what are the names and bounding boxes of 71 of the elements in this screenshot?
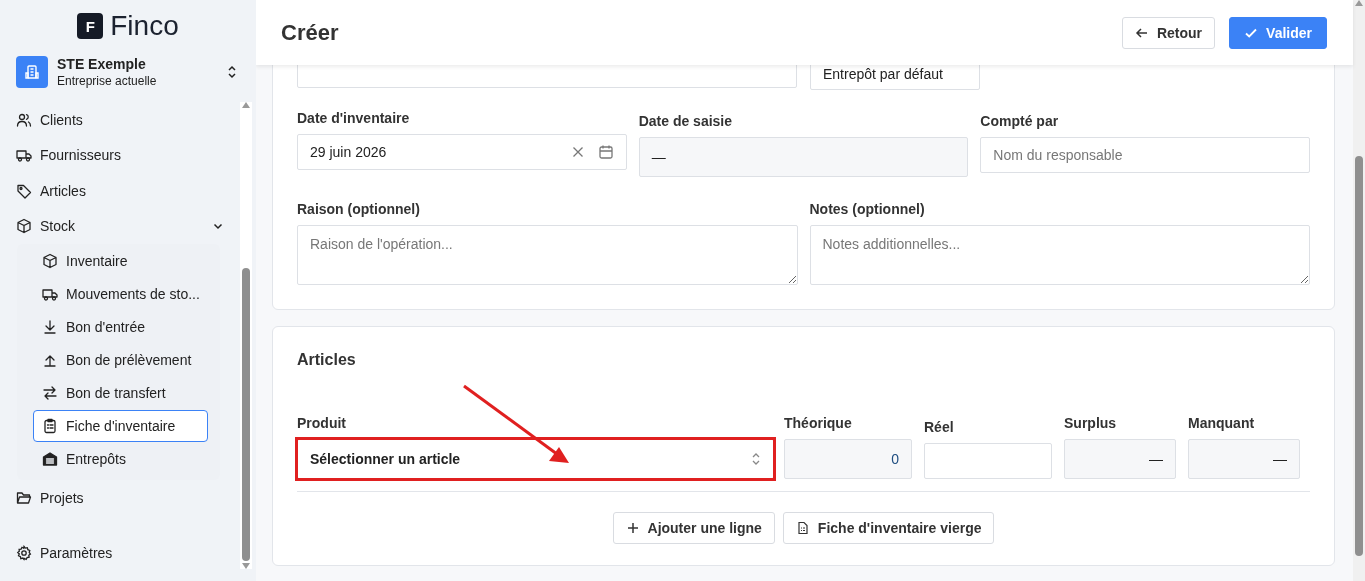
page-title: Créer: [281, 19, 339, 46]
product-select[interactable]: Sélectionner un article: [297, 439, 774, 479]
input-field[interactable]: [924, 443, 1052, 479]
column-label: Manquant: [1188, 415, 1256, 431]
download-icon: [42, 319, 58, 336]
input-field[interactable]: [297, 65, 797, 88]
field-label: Raison (optionnel): [297, 201, 421, 217]
scroll-up-icon[interactable]: [242, 102, 250, 108]
nav-subitem[interactable]: Bon de prélèvement: [33, 344, 208, 377]
warehouse-icon: [42, 451, 58, 468]
textarea-field[interactable]: Notes additionnelles...: [809, 225, 1310, 285]
blank-sheet-button[interactable]: Fiche d'inventaire vierge: [782, 512, 995, 544]
nav-subitem[interactable]: Mouvements de sto...: [33, 278, 208, 311]
scroll-down-icon[interactable]: [242, 563, 250, 569]
column-label: Théorique: [784, 415, 853, 431]
column-label: Surplus: [1064, 415, 1118, 431]
field-label: Notes (optionnel): [809, 201, 926, 217]
warehouse-select[interactable]: Entrepôt par défaut: [810, 65, 980, 90]
readonly-field: —: [638, 137, 969, 177]
nav-item[interactable]: Projets: [0, 480, 240, 516]
nav-subitem[interactable]: Entrepôts: [33, 443, 208, 476]
nav-item[interactable]: Fournisseurs: [0, 137, 240, 174]
readonly-field: —: [1064, 439, 1176, 479]
input-field[interactable]: Nom du responsable: [980, 137, 1310, 173]
nav-item[interactable]: Clients: [0, 102, 240, 138]
scroll-up-icon[interactable]: [1355, 0, 1363, 6]
column-label: Réel: [924, 419, 955, 435]
chevron-updown-icon: [751, 452, 761, 466]
box-icon: [42, 253, 58, 270]
nav-item[interactable]: Paramètres: [0, 535, 240, 572]
folder-icon: [16, 489, 32, 506]
readonly-field: 0: [784, 439, 912, 479]
scrollbar[interactable]: [1353, 0, 1365, 581]
logo-mark: F: [77, 13, 104, 39]
nav-subitem[interactable]: Inventaire: [33, 245, 208, 278]
section-title: Articles: [297, 351, 357, 369]
company-name: STE Exemple: [57, 56, 147, 72]
nav-item[interactable]: Articles: [0, 173, 240, 209]
nav-item[interactable]: Stock: [0, 208, 240, 245]
back-button[interactable]: Retour: [1121, 16, 1216, 49]
building-icon: [16, 56, 48, 88]
add-line-button[interactable]: Ajouter une ligne: [612, 512, 775, 544]
clipboard-icon: [42, 418, 58, 435]
nav-subitem[interactable]: Fiche d'inventaire: [33, 410, 208, 443]
chevron-updown-icon: [226, 64, 238, 80]
field-label: Date de saisie: [638, 113, 734, 129]
date-field[interactable]: 29 juin 2026: [297, 134, 627, 170]
company-subtitle: Entreprise actuelle: [57, 74, 158, 88]
truck-icon: [16, 147, 32, 164]
column-label: Produit: [297, 415, 347, 431]
readonly-field: —: [1188, 439, 1300, 479]
textarea-field[interactable]: Raison de l'opération...: [297, 225, 798, 285]
arrow-left-icon: [1134, 25, 1149, 40]
scrollbar[interactable]: [240, 102, 252, 569]
tag-icon: [16, 182, 32, 199]
company-switcher[interactable]: STE Exemple Entreprise actuelle: [0, 50, 256, 94]
nav-subitem[interactable]: Bon de transfert: [33, 377, 208, 410]
close-icon[interactable]: [571, 146, 584, 158]
logo-name: Finco: [110, 10, 179, 42]
field-label: Compté par: [980, 113, 1060, 129]
truck-icon: [42, 286, 58, 303]
settings-icon: [16, 545, 32, 562]
nav-subitem[interactable]: Bon d'entrée: [33, 311, 208, 344]
validate-button[interactable]: Valider: [1229, 16, 1327, 49]
people-icon: [16, 111, 32, 128]
plus-icon: [625, 521, 640, 535]
field-label: Date d'inventaire: [297, 110, 411, 126]
document-icon: [795, 521, 810, 535]
box-icon: [16, 218, 32, 235]
swap-arrows-icon: [42, 385, 58, 402]
calendar-icon[interactable]: [597, 144, 614, 160]
